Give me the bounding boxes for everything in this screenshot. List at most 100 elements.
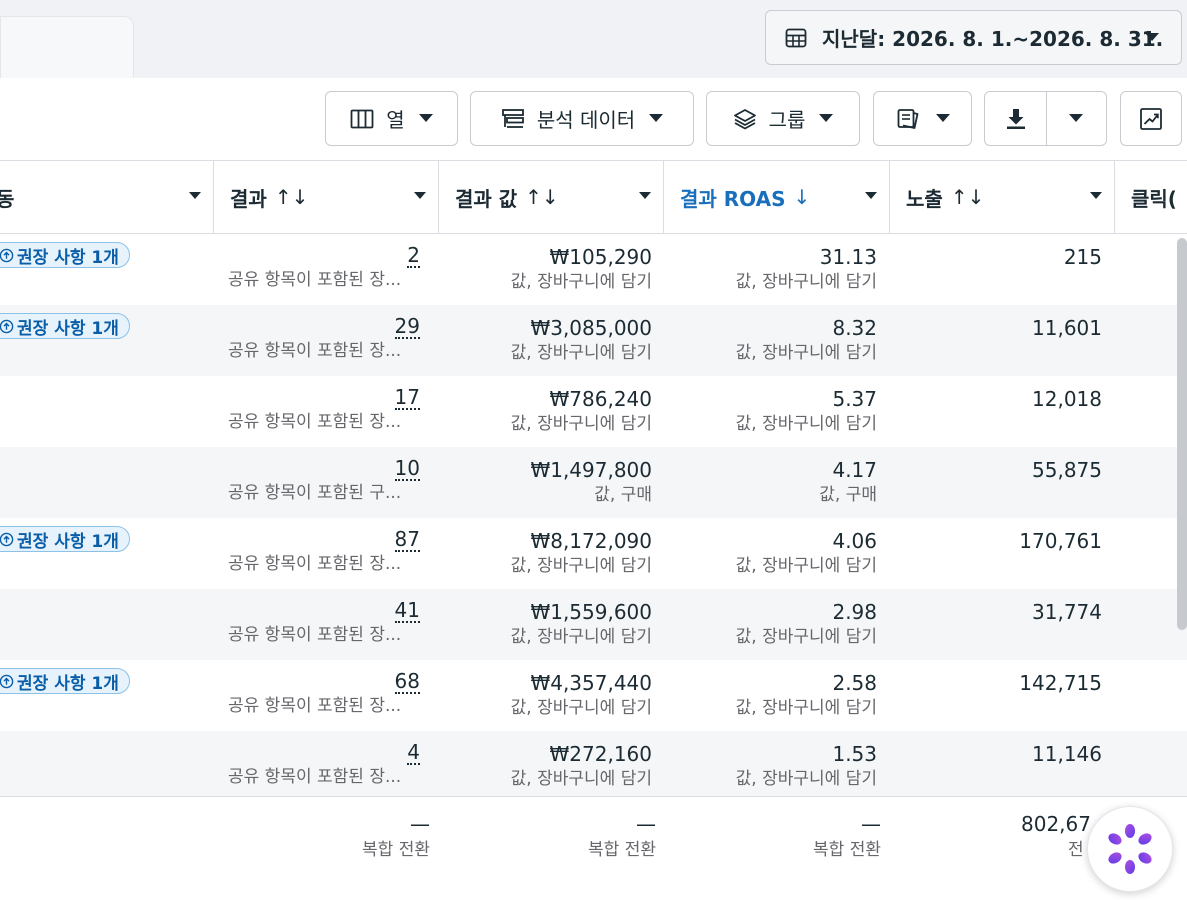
reports-button[interactable] — [873, 91, 972, 146]
cell-impressions: 11,601 — [890, 305, 1102, 376]
column-header-delivery[interactable]: 동 — [0, 161, 214, 233]
caret-down-icon[interactable] — [1090, 192, 1102, 200]
trend-chart-button[interactable] — [1120, 91, 1182, 146]
campaign-tab-card[interactable] — [0, 16, 134, 78]
cell-results: 87 공유 항목이 포함된 장... — [214, 518, 420, 589]
caret-down-icon[interactable] — [639, 192, 651, 200]
result-roas: 1.53 — [832, 742, 877, 766]
trend-chart-icon — [1140, 107, 1162, 130]
result-value: ₩8,172,090 — [530, 529, 652, 553]
results-value[interactable]: 29 — [394, 315, 420, 339]
recommendation-badge[interactable]: 권장 사항 1개 — [0, 242, 130, 268]
results-value[interactable]: 17 — [394, 386, 420, 410]
table-row[interactable]: 권장 사항 1개 29 공유 항목이 포함된 장... ₩3,085,000 값, 장바… — [0, 305, 1187, 376]
table-toolbar: 열 분석 데이터 그룹 — [0, 78, 1187, 160]
results-type: 공유 항목이 포함된 장... — [228, 554, 402, 574]
breakdown-button[interactable]: 분석 데이터 — [470, 91, 694, 146]
results-type: 공유 항목이 포함된 장... — [228, 341, 402, 361]
table-row[interactable]: 41 공유 항목이 포함된 장... ₩1,559,600 값, 장바구니에 담기 2.… — [0, 589, 1187, 660]
cell-impressions: 31,774 — [890, 589, 1102, 660]
total-result-value: — 복합 전환 — [440, 811, 656, 863]
result-value-type: 값, 장바구니에 담기 — [510, 556, 652, 576]
breakdown-label: 분석 데이터 — [536, 108, 636, 132]
caret-down-icon[interactable] — [189, 192, 201, 200]
result-value-type: 값, 장바구니에 담기 — [510, 343, 652, 363]
results-type: 공유 항목이 포함된 장... — [228, 625, 402, 645]
cell-result-roas: 1.53 값, 장바구니에 담기 — [665, 731, 877, 796]
result-roas-type: 값, 장바구니에 담기 — [735, 769, 877, 789]
column-header-result-roas[interactable]: 결과 ROAS ↓ — [664, 161, 890, 233]
cell-result-roas: 4.06 값, 장바구니에 담기 — [665, 518, 877, 589]
column-header-clicks[interactable]: 클릭( — [1115, 161, 1187, 233]
results-type: 공유 항목이 포함된 장... — [228, 412, 402, 432]
date-range-button[interactable]: 지난달: 2026. 8. 1.~2026. 8. 31. — [765, 10, 1182, 65]
results-value[interactable]: 41 — [394, 599, 420, 623]
total-value-value: — — [636, 812, 656, 836]
sort-icon[interactable]: ↑↓ — [951, 185, 985, 209]
table-row[interactable]: 10 공유 항목이 포함된 구... ₩1,497,800 값, 구매 4.17 값, 구… — [0, 447, 1187, 518]
column-header-result-value[interactable]: 결과 값 ↑↓ — [439, 161, 664, 233]
results-value[interactable]: 2 — [407, 244, 420, 268]
result-roas-type: 값, 장바구니에 담기 — [735, 414, 877, 434]
download-button[interactable] — [985, 92, 1046, 145]
table-body: 권장 사항 1개 2 공유 항목이 포함된 장... ₩105,290 값, 장바구니에… — [0, 234, 1187, 796]
impressions-value: 55,875 — [1032, 458, 1102, 482]
cell-impressions: 170,761 — [890, 518, 1102, 589]
cell-result-roas: 4.17 값, 구매 — [665, 447, 877, 518]
cell-result-value: ₩105,290 값, 장바구니에 담기 — [440, 234, 652, 305]
total-value-sub: 복합 전환 — [588, 840, 656, 860]
recommendation-badge[interactable]: 권장 사항 1개 — [0, 313, 130, 339]
export-options-button[interactable] — [1046, 92, 1106, 145]
column-header-label: 결과 — [230, 186, 267, 211]
download-icon — [1006, 108, 1025, 129]
total-results-value: — — [410, 812, 430, 836]
cell-impressions: 11,146 — [890, 731, 1102, 796]
result-value-type: 값, 장바구니에 담기 — [510, 769, 652, 789]
cell-result-value: ₩3,085,000 값, 장바구니에 담기 — [440, 305, 652, 376]
cell-results: 68 공유 항목이 포함된 장... — [214, 660, 420, 731]
columns-button[interactable]: 열 — [325, 91, 458, 146]
result-value-type: 값, 장바구니에 담기 — [510, 272, 652, 292]
total-impressions-sub: 전 — [1068, 840, 1084, 860]
total-results: — 복합 전환 — [214, 811, 430, 863]
table-row[interactable]: 권장 사항 1개 2 공유 항목이 포함된 장... ₩105,290 값, 장바구니에… — [0, 234, 1187, 305]
results-value[interactable]: 4 — [407, 741, 420, 765]
sort-icon[interactable]: ↑↓ — [525, 185, 559, 209]
result-roas: 31.13 — [819, 245, 877, 269]
cell-impressions: 215 — [890, 234, 1102, 305]
result-roas-type: 값, 장바구니에 담기 — [735, 272, 877, 292]
vertical-scrollbar[interactable] — [1177, 238, 1187, 630]
result-roas: 8.32 — [832, 316, 877, 340]
sort-desc-icon[interactable]: ↓ — [794, 185, 811, 209]
impressions-value: 11,601 — [1032, 316, 1102, 340]
results-value[interactable]: 87 — [394, 528, 420, 552]
result-roas: 5.37 — [832, 387, 877, 411]
total-results-sub: 복합 전환 — [362, 840, 430, 860]
cell-result-roas: 5.37 값, 장바구니에 담기 — [665, 376, 877, 447]
calendar-grid-icon — [785, 28, 807, 47]
result-value-type: 값, 구매 — [594, 485, 652, 505]
recommendation-badge[interactable]: 권장 사항 1개 — [0, 526, 130, 552]
sort-icon[interactable]: ↑↓ — [275, 185, 309, 209]
caret-down-icon — [935, 114, 950, 122]
recommendation-badge-label: 권장 사항 1개 — [17, 247, 119, 268]
column-header-impressions[interactable]: 노출 ↑↓ — [890, 161, 1115, 233]
table-row[interactable]: 권장 사항 1개 87 공유 항목이 포함된 장... ₩8,172,090 값, 장바… — [0, 518, 1187, 589]
recommendation-badge-label: 권장 사항 1개 — [17, 318, 119, 339]
column-header-results[interactable]: 결과 ↑↓ — [214, 161, 439, 233]
caret-down-icon[interactable] — [865, 192, 877, 200]
cell-result-value: ₩1,559,600 값, 장바구니에 담기 — [440, 589, 652, 660]
assistant-button[interactable] — [1087, 806, 1173, 892]
table-row[interactable]: 권장 사항 1개 68 공유 항목이 포함된 장... ₩4,357,440 값, 장바… — [0, 660, 1187, 731]
table-row[interactable]: 17 공유 항목이 포함된 장... ₩786,240 값, 장바구니에 담기 5.37… — [0, 376, 1187, 447]
result-roas: 2.58 — [832, 671, 877, 695]
results-value[interactable]: 68 — [394, 670, 420, 694]
table-row[interactable]: 4 공유 항목이 포함된 장... ₩272,160 값, 장바구니에 담기 1.53 값… — [0, 731, 1187, 796]
group-button[interactable]: 그룹 — [706, 91, 860, 146]
results-type: 공유 항목이 포함된 구... — [228, 483, 402, 503]
result-roas-type: 값, 장바구니에 담기 — [735, 698, 877, 718]
total-impressions: 802,67 전 — [1000, 811, 1095, 863]
results-value[interactable]: 10 — [394, 457, 420, 481]
recommendation-badge[interactable]: 권장 사항 1개 — [0, 668, 130, 694]
caret-down-icon[interactable] — [414, 192, 426, 200]
